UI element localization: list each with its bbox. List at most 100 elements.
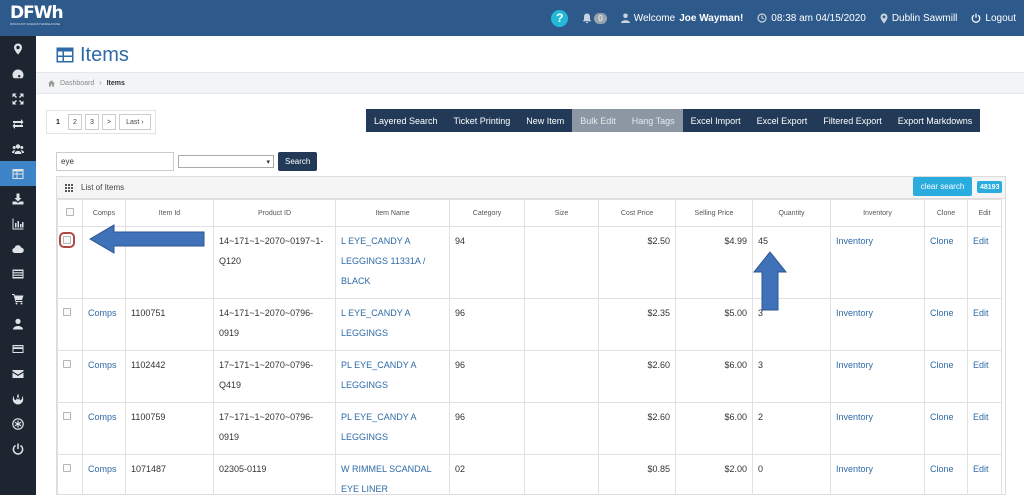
filtered-export-button[interactable]: Filtered Export	[815, 109, 890, 132]
comps-link[interactable]: Comps	[88, 412, 117, 422]
row-checkbox[interactable]	[59, 232, 75, 248]
select-all-checkbox[interactable]	[66, 208, 74, 216]
download-icon	[12, 193, 24, 204]
sidebar-payments[interactable]	[0, 336, 36, 361]
breadcrumb-dashboard[interactable]: Dashboard	[60, 80, 94, 87]
col-clone[interactable]: Clone	[924, 199, 968, 227]
new-item-button[interactable]: New Item	[518, 109, 573, 132]
sidebar-cloud[interactable]	[0, 236, 36, 261]
inventory-link[interactable]: Inventory	[836, 236, 873, 246]
ticket-printing-button[interactable]: Ticket Printing	[445, 109, 519, 132]
sidebar-dashboard[interactable]	[0, 61, 36, 86]
sidebar-users[interactable]	[0, 136, 36, 161]
sidebar-items[interactable]	[0, 161, 36, 186]
inventory-link[interactable]: Inventory	[836, 464, 873, 474]
row-checkbox[interactable]	[63, 412, 71, 420]
edit-cell: Edit	[967, 298, 1002, 351]
comps-link[interactable]: Comps	[88, 308, 117, 318]
table-row: Comps 1100759 17~171~1~2070~0796-0919 PL…	[57, 402, 1002, 455]
sidebar-map-marker[interactable]	[0, 36, 36, 61]
comps-link[interactable]: Comps	[88, 360, 117, 370]
search-input[interactable]	[56, 152, 174, 171]
size-cell	[524, 226, 599, 299]
col-product-id[interactable]: Product ID	[213, 199, 336, 227]
col-size[interactable]: Size	[524, 199, 599, 227]
col-selling-price[interactable]: Selling Price	[675, 199, 753, 227]
edit-link[interactable]: Edit	[973, 464, 989, 474]
clone-link[interactable]: Clone	[930, 308, 954, 318]
clone-link[interactable]: Clone	[930, 360, 954, 370]
page-2[interactable]: 2	[68, 114, 82, 130]
inventory-link[interactable]: Inventory	[836, 412, 873, 422]
page-3[interactable]: 3	[85, 114, 99, 130]
home-icon	[48, 79, 55, 87]
clone-link[interactable]: Clone	[930, 412, 954, 422]
user-menu[interactable]: Welcome Joe Wayman!	[620, 13, 743, 24]
item-name-link[interactable]: PL EYE_CANDY A LEGGINGS	[341, 412, 416, 442]
category-cell: 96	[449, 350, 525, 403]
bulk-edit-button[interactable]: Bulk Edit	[572, 109, 624, 132]
row-checkbox[interactable]	[63, 360, 71, 368]
sidebar-reports[interactable]	[0, 211, 36, 236]
item-name-link[interactable]: W RIMMEL SCANDAL EYE LINER	[341, 464, 431, 494]
clear-search-button[interactable]: clear search	[913, 177, 972, 196]
item-name-link[interactable]: L EYE_CANDY A LEGGINGS	[341, 308, 410, 338]
col-cost-price[interactable]: Cost Price	[598, 199, 676, 227]
edit-link[interactable]: Edit	[973, 412, 989, 422]
edit-link[interactable]: Edit	[973, 360, 989, 370]
edit-cell: Edit	[967, 350, 1002, 403]
dashboard-icon	[12, 69, 24, 78]
inventory-link[interactable]: Inventory	[836, 308, 873, 318]
sidebar-messages[interactable]	[0, 361, 36, 386]
breadcrumb: Dashboard › Items	[36, 72, 1024, 94]
sidebar-expand[interactable]	[0, 86, 36, 111]
sidebar-power[interactable]	[0, 436, 36, 461]
sidebar-list[interactable]	[0, 261, 36, 286]
filter-select[interactable]: ▾	[178, 155, 274, 168]
layered-search-button[interactable]: Layered Search	[366, 109, 446, 132]
page-next[interactable]: >	[102, 114, 117, 130]
col-category[interactable]: Category	[449, 199, 525, 227]
row-checkbox[interactable]	[63, 464, 71, 472]
up-arrow-annotation-icon	[752, 251, 788, 311]
item-name-link[interactable]: L EYE_CANDY A LEGGINGS 11331A / BLACK	[341, 236, 425, 286]
col-item-name[interactable]: Item Name	[335, 199, 450, 227]
edit-link[interactable]: Edit	[973, 308, 989, 318]
help-icon[interactable]: ?	[551, 9, 569, 27]
col-inventory[interactable]: Inventory	[830, 199, 925, 227]
list-icon	[12, 269, 24, 278]
page-last[interactable]: Last ›	[119, 114, 151, 130]
clone-cell: Clone	[924, 454, 968, 495]
search-button[interactable]: Search	[278, 152, 318, 171]
col-quantity[interactable]: Quantity	[752, 199, 831, 227]
navbar-right: ? 0 Welcome Joe Wayman! 08:38 am 04/15/2…	[551, 0, 1016, 36]
app-logo[interactable]: DFWh DISCOUNT FASHION WAREHOUSE	[10, 5, 68, 29]
clone-link[interactable]: Clone	[930, 464, 954, 474]
excel-export-button[interactable]: Excel Export	[748, 109, 816, 132]
notifications[interactable]: 0	[582, 12, 607, 24]
sidebar-download[interactable]	[0, 186, 36, 211]
page-1[interactable]: 1	[51, 114, 65, 130]
sidebar-transfers[interactable]	[0, 111, 36, 136]
comps-link[interactable]: Comps	[88, 464, 117, 474]
sidebar-user[interactable]	[0, 311, 36, 336]
excel-import-button[interactable]: Excel Import	[682, 109, 749, 132]
inventory-link[interactable]: Inventory	[836, 360, 873, 370]
exchange-icon	[12, 118, 24, 129]
row-checkbox[interactable]	[63, 308, 71, 316]
sidebar-settings[interactable]	[0, 411, 36, 436]
sidebar-rebel[interactable]	[0, 386, 36, 411]
product-id-cell: 14~171~1~2070~0796-0919	[213, 298, 336, 351]
item-name-link[interactable]: PL EYE_CANDY A LEGGINGS	[341, 360, 416, 390]
clone-link[interactable]: Clone	[930, 236, 954, 246]
edit-link[interactable]: Edit	[973, 236, 989, 246]
envelope-icon	[12, 369, 24, 378]
hang-tags-button[interactable]: Hang Tags	[623, 109, 683, 132]
size-cell	[524, 454, 599, 495]
export-markdowns-button[interactable]: Export Markdowns	[889, 109, 981, 132]
col-edit[interactable]: Edit	[967, 199, 1002, 227]
logout-link[interactable]: Logout	[971, 13, 1016, 24]
location[interactable]: Dublin Sawmill	[880, 13, 957, 24]
sidebar-cart[interactable]	[0, 286, 36, 311]
size-cell	[524, 298, 599, 351]
